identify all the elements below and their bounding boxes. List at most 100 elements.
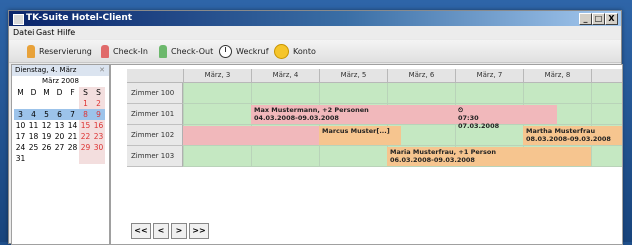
calendar-day[interactable]: 3 — [14, 109, 27, 120]
booking-bar[interactable]: Max Mustermann, +2 Personen 04.03.2008-09… — [251, 105, 455, 124]
app-icon — [13, 14, 24, 25]
calendar-day[interactable]: 7 — [66, 109, 79, 120]
calendar-day[interactable]: 4 — [27, 109, 40, 120]
room-row: Zimmer 100 — [127, 83, 622, 104]
availability-cell[interactable] — [523, 83, 591, 104]
calendar-day[interactable]: 20 — [53, 131, 66, 142]
date-column-header[interactable]: M — [591, 69, 622, 82]
booking-grid: März, 3 März, 4 März, 5 März, 6 März, 7 März,… — [127, 69, 622, 194]
checkout-button[interactable]: Check-Out — [159, 43, 213, 59]
availability-cell[interactable] — [183, 146, 251, 167]
window-title: TK-Suite Hotel-Client — [26, 13, 133, 23]
calendar-day[interactable]: 1 — [79, 98, 92, 109]
booking-bar[interactable]: Maria Musterfrau, +1 Person 06.03.2008-09… — [387, 147, 591, 166]
date-column-header[interactable]: März, 6 — [387, 69, 455, 82]
calendar-day[interactable]: 10 — [14, 120, 27, 131]
booking-dates: 08.03.2008-09.03.2008 — [526, 135, 611, 143]
room-label[interactable]: Zimmer 101 — [127, 104, 183, 125]
availability-cell[interactable] — [183, 104, 251, 125]
title-bar: TK-Suite Hotel-Client _ □ X — [9, 11, 621, 26]
checkin-button[interactable]: Check-In — [101, 43, 148, 59]
calendar-day[interactable]: 9 — [92, 109, 105, 120]
room-label[interactable]: Zimmer 102 — [127, 125, 183, 146]
date-column-header[interactable]: März, 4 — [251, 69, 319, 82]
booking-guest: Max Mustermann, +2 Personen — [254, 106, 369, 114]
calendar-day[interactable]: 30 — [92, 142, 105, 153]
reservierung-button[interactable]: Reservierung — [27, 43, 92, 59]
last-page-button[interactable]: >> — [189, 223, 209, 239]
checkin-icon — [101, 44, 109, 58]
close-button[interactable]: X — [605, 13, 618, 25]
first-page-button[interactable]: << — [131, 223, 151, 239]
calendar-day[interactable]: 22 — [79, 131, 92, 142]
calendar-panel: Dienstag, 4. März ✕ März 2008 MDMDFSS123… — [11, 64, 110, 245]
calendar-day[interactable]: 12 — [40, 120, 53, 131]
calendar-day[interactable]: 17 — [14, 131, 27, 142]
konto-label: Konto — [293, 46, 316, 56]
availability-cell[interactable] — [183, 83, 251, 104]
booking-bar[interactable]: ⏲ 07:30 07.03.2008 — [455, 105, 557, 130]
calendar-day[interactable]: 31 — [14, 153, 27, 164]
availability-cell[interactable] — [319, 146, 387, 167]
booking-bar[interactable]: Marcus Muster[...] — [319, 126, 401, 145]
calendar-empty — [27, 153, 40, 164]
availability-cell[interactable] — [319, 83, 387, 104]
availability-cell[interactable] — [387, 83, 455, 104]
minimize-button[interactable]: _ — [579, 13, 592, 25]
weekday-header: M — [17, 88, 24, 97]
availability-cell[interactable] — [251, 83, 319, 104]
konto-button[interactable]: Konto — [274, 43, 316, 59]
date-column-header[interactable]: März, 3 — [183, 69, 251, 82]
availability-cell[interactable] — [591, 146, 622, 167]
room-planner: März, 3 März, 4 März, 5 März, 6 März, 7 März,… — [110, 64, 623, 245]
calendar-day[interactable]: 25 — [27, 142, 40, 153]
booking-guest: 07:30 — [458, 114, 479, 122]
maximize-button[interactable]: □ — [592, 13, 605, 25]
konto-icon — [274, 43, 289, 59]
next-page-button[interactable]: > — [171, 223, 187, 239]
calendar-empty — [53, 153, 66, 164]
weekday-header: D — [30, 88, 37, 97]
calendar-day[interactable]: 13 — [53, 120, 66, 131]
calendar-day[interactable]: 15 — [79, 120, 92, 131]
calendar-day[interactable]: 6 — [53, 109, 66, 120]
menu-gast[interactable]: Gast — [36, 27, 54, 38]
calendar-day[interactable]: 26 — [40, 142, 53, 153]
weckruf-label: Weckruf — [236, 46, 269, 56]
booking-bar[interactable]: Martha Musterfrau 08.03.2008-09.03.2008 — [523, 126, 622, 145]
availability-cell[interactable] — [251, 146, 319, 167]
calendar-day[interactable]: 27 — [53, 142, 66, 153]
booking-guest: Marcus Muster[...] — [322, 127, 390, 135]
menu-datei[interactable]: Datei — [13, 27, 34, 38]
calendar-day[interactable]: 21 — [66, 131, 79, 142]
prev-page-button[interactable]: < — [153, 223, 169, 239]
mini-calendar: M D M D F S S 1 2 3 4 5 6 7 8 9 10 11 12 13 14 15 16 17 18 19 20 21… — [14, 87, 105, 164]
calendar-day[interactable]: 19 — [40, 131, 53, 142]
calendar-day[interactable]: 5 — [40, 109, 53, 120]
calendar-day[interactable]: 14 — [66, 120, 79, 131]
alarm-clock-icon: ⏲ — [458, 106, 464, 114]
calendar-day[interactable]: 11 — [27, 120, 40, 131]
availability-cell[interactable] — [591, 104, 622, 125]
availability-cell[interactable] — [591, 83, 622, 104]
date-header: Dienstag, 4. März ✕ — [12, 65, 109, 76]
booking-dates: 06.03.2008-09.03.2008 — [390, 156, 475, 164]
room-label[interactable]: Zimmer 100 — [127, 83, 183, 104]
date-column-header[interactable]: März, 8 — [523, 69, 591, 82]
panel-close-icon[interactable]: ✕ — [99, 65, 105, 76]
availability-cell[interactable] — [455, 83, 523, 104]
calendar-day[interactable]: 16 — [92, 120, 105, 131]
calendar-day[interactable]: 29 — [79, 142, 92, 153]
calendar-day[interactable]: 24 — [14, 142, 27, 153]
calendar-day[interactable]: 8 — [79, 109, 92, 120]
menu-hilfe[interactable]: Hilfe — [57, 27, 75, 38]
date-column-header[interactable]: März, 5 — [319, 69, 387, 82]
calendar-day[interactable]: 28 — [66, 142, 79, 153]
room-label[interactable]: Zimmer 103 — [127, 146, 183, 167]
calendar-day[interactable]: 18 — [27, 131, 40, 142]
calendar-day[interactable]: 23 — [92, 131, 105, 142]
weckruf-button[interactable]: Weckruf — [219, 43, 269, 59]
date-column-header[interactable]: März, 7 — [455, 69, 523, 82]
booking-guest: Maria Musterfrau, +1 Person — [390, 148, 496, 156]
calendar-day[interactable]: 2 — [92, 98, 105, 109]
